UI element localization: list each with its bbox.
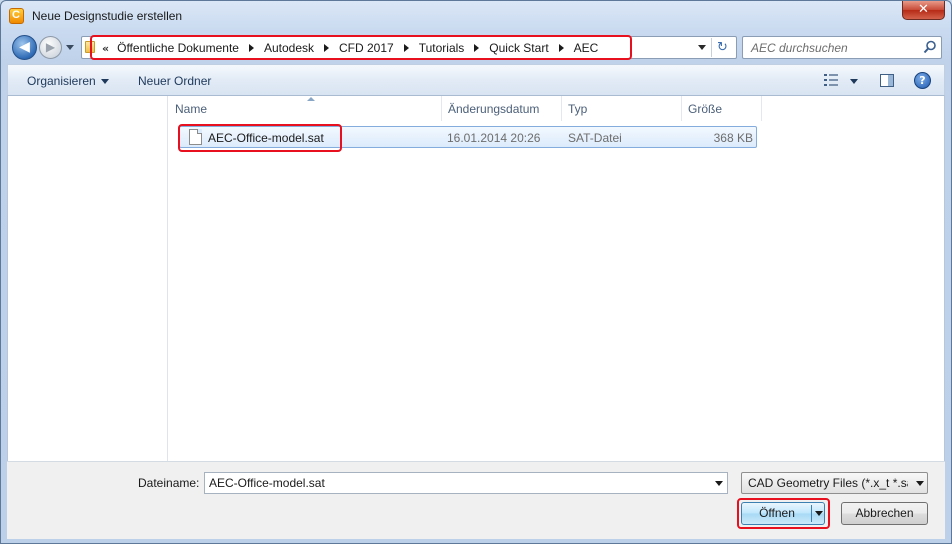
column-header-size[interactable]: Größe <box>682 96 762 121</box>
breadcrumb-separator-icon[interactable] <box>558 44 564 52</box>
forward-button[interactable]: ▶ <box>39 36 62 59</box>
column-divider[interactable] <box>761 96 762 121</box>
breadcrumb-separator-icon[interactable] <box>324 44 330 52</box>
help-icon[interactable]: ? <box>914 72 931 89</box>
breadcrumb-separator-icon[interactable] <box>474 44 480 52</box>
organize-label: Organisieren <box>27 74 96 88</box>
file-size: 368 KB <box>713 131 753 145</box>
breadcrumb: « Öffentliche Dokumente Autodesk CFD 201… <box>102 40 598 56</box>
file-list[interactable]: Name Änderungsdatum Typ Größe AEC-Office… <box>169 96 945 461</box>
file-date: 16.01.2014 20:26 <box>447 131 541 145</box>
open-button[interactable]: Öffnen <box>741 502 825 525</box>
search-input[interactable]: AEC durchsuchen <box>742 36 942 59</box>
breadcrumb-item-tutorials[interactable]: Tutorials <box>419 41 465 55</box>
column-header-size-label: Größe <box>688 102 723 116</box>
address-bar[interactable]: « Öffentliche Dokumente Autodesk CFD 201… <box>81 36 737 59</box>
column-header-date-label: Änderungsdatum <box>448 102 540 116</box>
dialog-window: C Neue Designstudie erstellen ✕ ◀ ▶ « Öf… <box>0 0 952 544</box>
window-title: Neue Designstudie erstellen <box>32 9 183 23</box>
breadcrumb-separator-icon[interactable] <box>248 44 254 52</box>
split-divider <box>811 505 812 522</box>
search-icon[interactable] <box>923 40 937 54</box>
view-dropdown-icon[interactable] <box>850 79 858 84</box>
column-header-date[interactable]: Änderungsdatum <box>442 96 562 121</box>
app-icon-letter: C <box>12 9 20 21</box>
open-button-label: Öffnen <box>759 506 795 520</box>
app-icon: C <box>9 8 24 24</box>
file-icon <box>189 129 202 145</box>
breadcrumb-item-autodesk[interactable]: Autodesk <box>264 41 314 55</box>
sort-ascending-icon <box>307 97 315 101</box>
organize-menu-button[interactable]: Organisieren <box>27 74 109 88</box>
close-button[interactable]: ✕ <box>902 1 945 20</box>
column-header-name[interactable]: Name <box>169 96 441 121</box>
breadcrumb-item-aec[interactable]: AEC <box>574 41 599 55</box>
folder-icon <box>85 41 95 53</box>
file-name: AEC-Office-model.sat <box>208 131 324 145</box>
breadcrumb-item-quick-start[interactable]: Quick Start <box>489 41 548 55</box>
chevron-down-icon <box>100 79 109 85</box>
back-button[interactable]: ◀ <box>12 35 37 60</box>
column-header-type[interactable]: Typ <box>562 96 682 121</box>
recent-locations-dropdown[interactable] <box>66 45 74 50</box>
command-toolbar: Organisieren Neuer Ordner ? <box>7 64 945 96</box>
navigation-bar: ◀ ▶ « Öffentliche Dokumente Autodesk CFD… <box>1 31 951 64</box>
new-folder-button[interactable]: Neuer Ordner <box>138 74 211 88</box>
column-header-type-label: Typ <box>568 102 588 116</box>
preview-pane-icon[interactable] <box>880 74 894 87</box>
view-options-icon[interactable] <box>824 74 838 86</box>
refresh-button[interactable]: ↻ <box>711 38 733 57</box>
breadcrumb-item-public-documents[interactable]: Öffentliche Dokumente <box>117 41 239 55</box>
dialog-footer: Dateiname: AEC-Office-model.sat CAD Geom… <box>7 461 945 539</box>
breadcrumb-item-cfd-2017[interactable]: CFD 2017 <box>339 41 394 55</box>
filename-label: Dateiname: <box>138 476 200 490</box>
title-bar: C Neue Designstudie erstellen ✕ <box>1 1 951 31</box>
file-row[interactable]: AEC-Office-model.sat 16.01.2014 20:26 SA… <box>179 126 757 148</box>
breadcrumb-separator-icon[interactable] <box>403 44 409 52</box>
column-header-name-label: Name <box>175 102 208 116</box>
file-type: SAT-Datei <box>568 131 622 145</box>
navigation-pane[interactable] <box>8 96 168 461</box>
content-area: Name Änderungsdatum Typ Größe AEC-Office… <box>7 96 945 461</box>
cancel-button[interactable]: Abbrechen <box>841 502 928 525</box>
filter-dropdown-icon[interactable] <box>916 481 924 486</box>
open-options-dropdown-icon[interactable] <box>815 511 823 516</box>
address-dropdown-icon[interactable] <box>698 45 706 50</box>
file-type-filter-value: CAD Geometry Files (*.x_t *.sat * <box>748 476 908 490</box>
filename-dropdown-icon[interactable] <box>715 481 723 486</box>
file-type-filter-select[interactable]: CAD Geometry Files (*.x_t *.sat * <box>741 472 928 494</box>
breadcrumb-overflow-button[interactable]: « <box>102 42 109 55</box>
filename-input[interactable]: AEC-Office-model.sat <box>204 472 728 494</box>
search-placeholder: AEC durchsuchen <box>751 41 848 55</box>
